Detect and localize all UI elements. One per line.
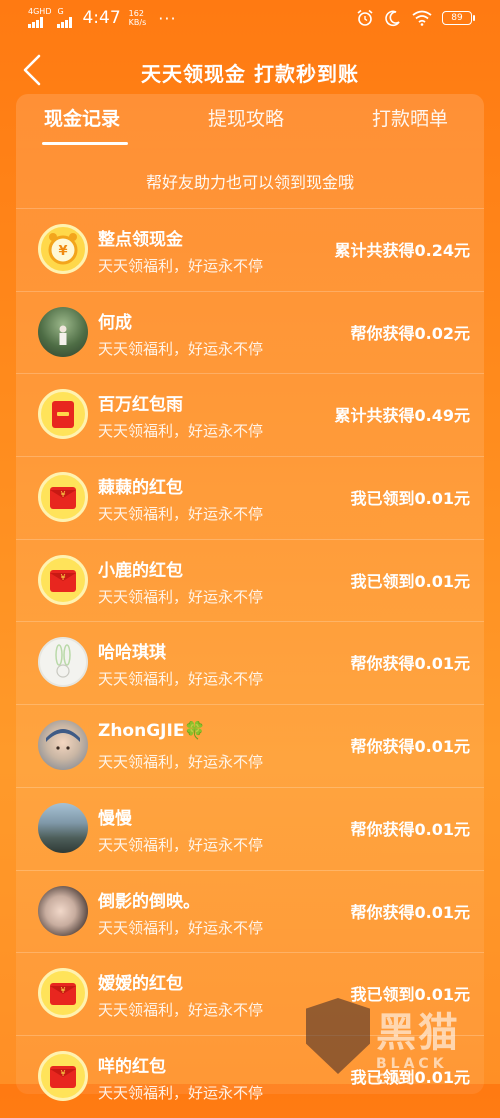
record-name: 慢慢 [98,808,132,829]
record-slogan: 天天领福利，好运永不停 [98,918,264,937]
record-slogan: 天天领福利，好运永不停 [98,339,264,358]
record-slogan: 天天领福利，好运永不停 [98,422,264,441]
record-amount: 帮你获得0.02元 [350,323,470,343]
record-amount: 累计共获得0.24元 [334,241,470,260]
speed-unit: KB/s [128,18,147,27]
network-speed: 162 KB/s [129,9,147,27]
svg-text:¥: ¥ [58,244,67,259]
child-face-icon [46,729,80,750]
red-packet-icon: ¥ [50,1065,76,1088]
record-amount: 我已领到0.01元 [350,571,470,591]
record-name: ZhonGJIE🍀 [98,721,206,742]
lake-photo-avatar [38,802,88,853]
red-packet-avatar: ¥ [38,968,88,1019]
record-slogan: 天天领福利，好运永不停 [98,1083,264,1102]
network-g: G [57,7,64,16]
record-name: 蕀蕀的红包 [98,478,183,499]
svg-text:¥: ¥ [60,573,65,582]
bunny-avatar [38,637,88,688]
svg-text:¥: ¥ [60,490,65,499]
red-packet-avatar: ¥ [38,554,88,605]
moon-icon [385,10,400,27]
red-packet-avatar: ¥ [38,1050,88,1101]
record-name: 何成 [98,312,132,333]
signal-strength-icon [28,16,51,28]
list-item[interactable]: 哈哈琪琪 天天领福利，好运永不停 帮你获得0.01元 [16,621,484,704]
red-packet-icon [52,401,74,429]
black-cat-logo-icon [306,998,370,1074]
network-type: 4G [28,7,40,16]
black-cat-watermark: 黑猫 BLACK CAT [306,998,496,1088]
wifi-icon [412,10,432,26]
alarm-clock-icon: ¥ [48,233,78,265]
status-time: 4:47 [82,8,121,28]
list-item[interactable]: 百万红包雨 天天领福利，好运永不停 累计共获得0.49元 [16,373,484,456]
battery-level: 89 [451,13,463,23]
tab-cash-records[interactable]: 现金记录 [44,104,120,131]
record-slogan: 天天领福利，好运永不停 [98,257,264,275]
record-name: 小鹿的红包 [98,560,183,581]
record-slogan: 天天领福利，好运永不停 [98,670,264,689]
record-name: 嫒嫒的红包 [98,974,183,995]
list-item[interactable]: ZhonGJIE🍀 天天领福利，好运永不停 帮你获得0.01元 [16,704,484,787]
record-amount: 帮你获得0.01元 [350,654,470,674]
tab-payment-showcase[interactable]: 打款晒单 [372,104,448,131]
more-notifications-icon: ··· [158,8,177,28]
signal-strength-icon-2 [57,16,73,28]
tab-bar: 现金记录 提现攻略 打款晒单 [16,94,484,148]
list-item[interactable]: 何成 天天领福利，好运永不停 帮你获得0.02元 [16,290,484,374]
person-icon [59,325,67,345]
records-card: 现金记录 提现攻略 打款晒单 帮好友助力也可以领到现金哦 ¥ 整点领现金 天天领… [16,94,484,1102]
alarm-icon [357,9,373,26]
list-item[interactable]: ¥ 小鹿的红包 天天领福利，好运永不停 我已领到0.01元 [16,538,484,622]
red-packet-avatar [38,389,88,440]
record-slogan: 天天领福利，好运永不停 [98,835,264,854]
record-amount: 帮你获得0.01元 [350,902,470,922]
status-right: 89 [356,9,475,27]
watermark-cn: 黑猫 [376,1010,460,1056]
record-slogan: 天天领福利，好运永不停 [98,753,264,772]
alarm-clock-avatar: ¥ [38,224,88,274]
network-hd: HD [39,7,52,16]
status-bar: 4GHD G 4:47 162 KB/s ··· 89 [0,0,500,40]
record-name: 咩的红包 [98,1056,166,1077]
page-title: 天天领现金 打款秒到账 [141,62,359,86]
record-name: 百万红包雨 [98,395,183,416]
header: 天天领现金 打款秒到账 [0,40,500,102]
status-left: 4GHD G 4:47 162 KB/s ··· [28,8,177,28]
list-item[interactable]: ¥ 蕀蕀的红包 天天领福利，好运永不停 我已领到0.01元 [16,456,484,539]
record-amount: 帮你获得0.01元 [350,819,470,839]
battery-icon: 89 [442,11,475,25]
speed-value: 162 [128,9,144,18]
record-slogan: 天天领福利，好运永不停 [98,1001,264,1020]
record-slogan: 天天领福利，好运永不停 [98,587,264,606]
record-name: 倒影的倒映。 [98,891,200,912]
subtitle: 帮好友助力也可以领到现金哦 [145,173,354,192]
list-item[interactable]: 慢慢 天天领福利，好运永不停 帮你获得0.01元 [16,786,484,870]
record-amount: 累计共获得0.49元 [334,406,470,426]
user-photo-avatar [38,306,88,357]
svg-text:¥: ¥ [60,1069,65,1078]
record-amount: 我已领到0.01元 [350,489,470,509]
red-packet-icon: ¥ [50,487,76,510]
red-packet-avatar: ¥ [38,472,88,523]
watermark-en: BLACK CAT [376,1056,448,1088]
tab-withdraw-guide[interactable]: 提现攻略 [208,104,284,131]
list-item[interactable]: ¥ 整点领现金 天天领福利，好运永不停 累计共获得0.24元 [16,208,484,291]
record-name: 整点领现金 [98,230,183,250]
record-slogan: 天天领福利，好运永不停 [98,505,264,524]
red-packet-icon: ¥ [50,983,76,1006]
bunny-icon [55,644,71,679]
records-list: ¥ 整点领现金 天天领福利，好运永不停 累计共获得0.24元 何成 天天领福利，… [16,208,484,1118]
woman-photo-avatar [38,885,88,936]
network-indicator-2: G [57,7,73,28]
red-packet-icon: ¥ [50,569,76,592]
active-tab-indicator [42,142,128,145]
record-name: 哈哈琪琪 [98,643,166,664]
network-indicator: 4GHD [28,8,51,28]
record-amount: 帮你获得0.01元 [350,737,470,757]
child-photo-avatar [38,720,88,771]
list-item[interactable]: 倒影的倒映。 天天领福利，好运永不停 帮你获得0.01元 [16,869,484,953]
svg-text:¥: ¥ [60,986,65,995]
